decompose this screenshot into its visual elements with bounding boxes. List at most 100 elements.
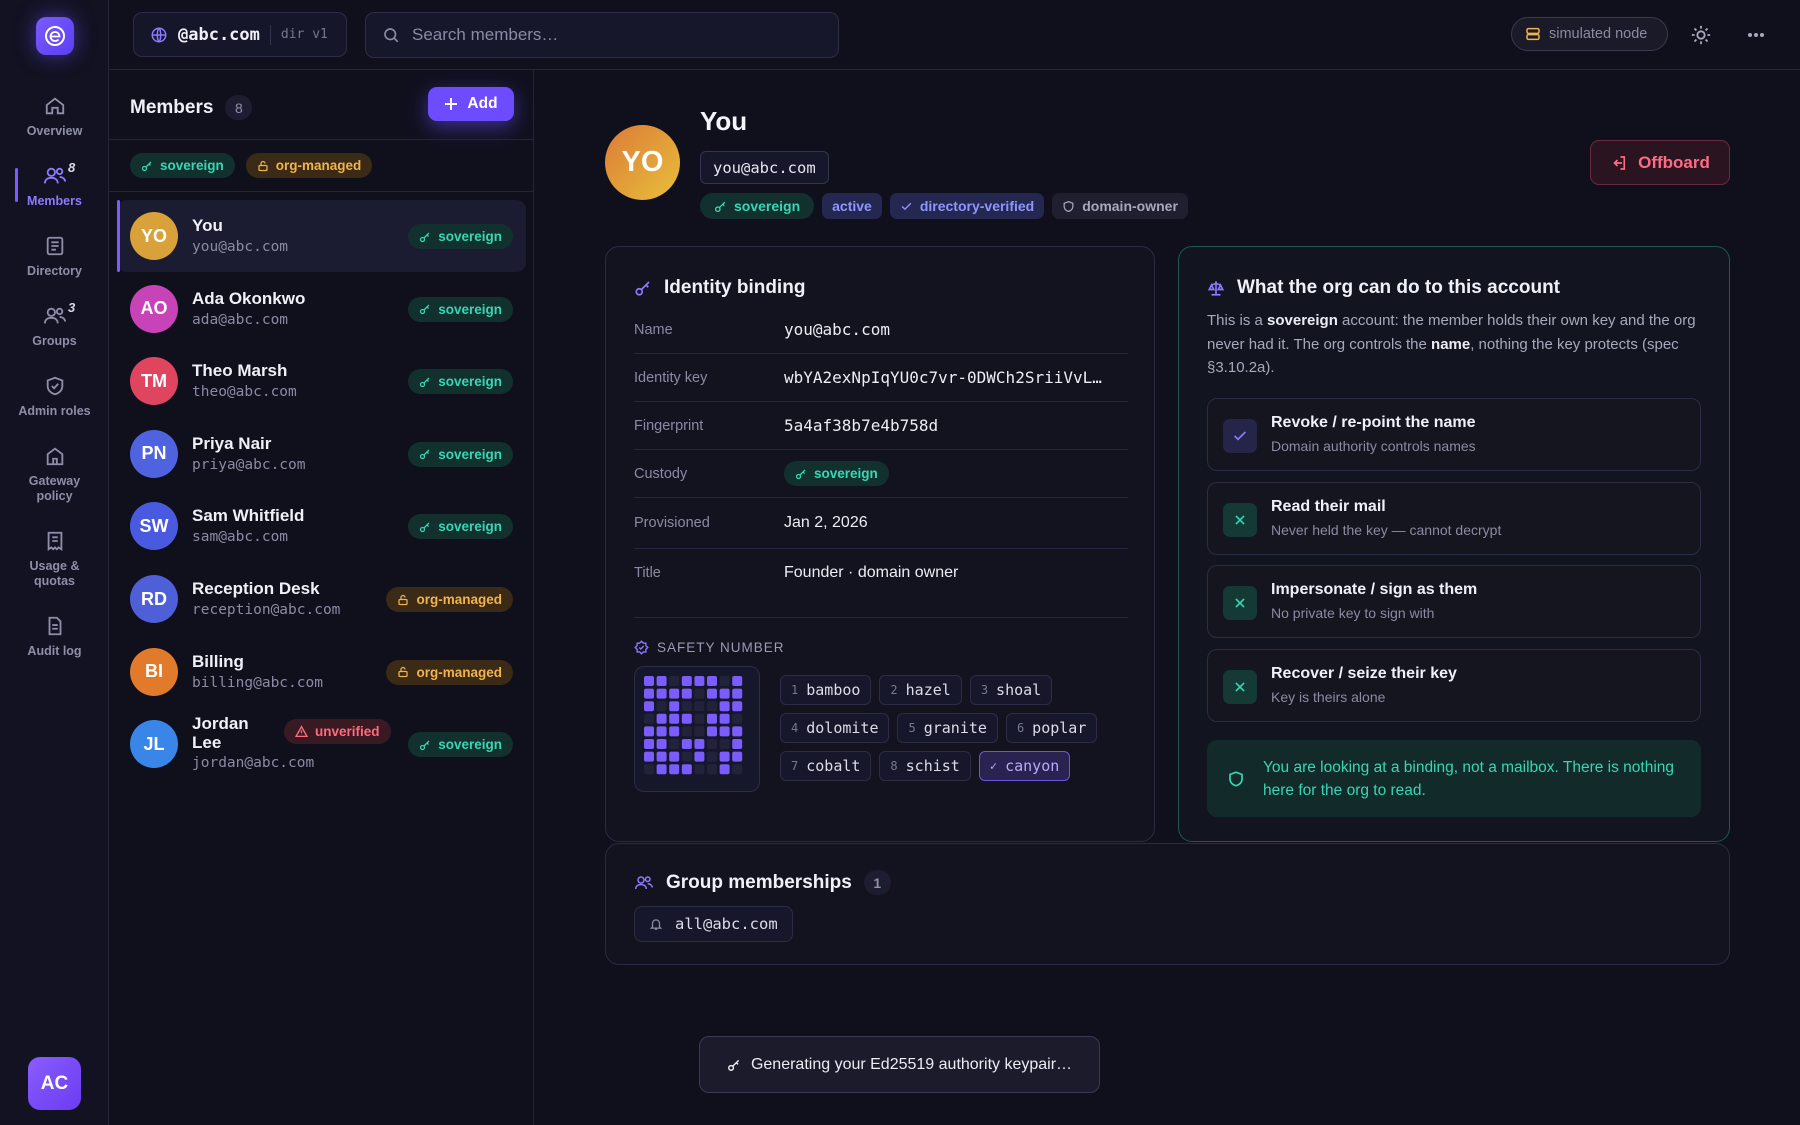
lock-icon [258, 160, 268, 171]
filter-label: sovereign [160, 158, 224, 173]
custody-badge: sovereign [408, 369, 513, 395]
receipt-icon [43, 529, 67, 553]
profile-email[interactable]: you@abc.com [700, 151, 829, 184]
unverified-badge: unverified [284, 719, 391, 745]
member-email: reception@abc.com [192, 602, 341, 618]
rail-item-gateway-policy[interactable]: Gateway policy [0, 444, 109, 504]
group-chip[interactable]: all@abc.com [634, 906, 793, 942]
document-icon [43, 614, 67, 638]
app-logo[interactable] [36, 17, 74, 55]
rail-item-audit-log[interactable]: Audit log [0, 614, 109, 659]
rail-item-members[interactable]: 8 Members [0, 160, 109, 209]
word-index: 7 [791, 759, 799, 773]
node-status-text: simulated node [1549, 26, 1648, 42]
key-icon [714, 201, 726, 212]
word-text: hazel [905, 681, 951, 699]
rail-item-admin-roles[interactable]: Admin roles [0, 374, 109, 419]
field-name: Name you@abc.com [634, 306, 1128, 354]
field-label: Custody [634, 465, 688, 482]
rail-item-groups[interactable]: 3 Groups [0, 300, 109, 349]
safety-number-qr [634, 666, 760, 792]
add-member-button[interactable]: Add [428, 87, 514, 121]
filter-org-managed[interactable]: org-managed [245, 153, 373, 178]
groups-icon [43, 304, 67, 328]
key-icon [420, 304, 430, 315]
member-email: billing@abc.com [192, 674, 323, 691]
member-email: ada@abc.com [192, 311, 289, 328]
home-icon [43, 94, 67, 118]
logout-icon [1613, 155, 1626, 170]
domain-switcher[interactable]: @abc.com dir v1 [133, 12, 347, 57]
rail-item-overview[interactable]: Overview [0, 94, 109, 139]
x-icon [1223, 502, 1257, 537]
permission-subtitle: Never held the key — cannot decrypt [1271, 521, 1502, 538]
member-email: sam@abc.com [192, 529, 289, 546]
node-status-badge[interactable]: simulated node [1511, 17, 1668, 51]
member-row[interactable]: JL Jordan Lee jordan@abc.com unverified sove… [117, 708, 526, 780]
member-row[interactable]: YO You you@abc.com sovereign [117, 200, 526, 272]
member-row[interactable]: TM Theo Marsh theo@abc.com sovereign [117, 345, 526, 417]
custody-badge: sovereign [408, 441, 513, 467]
field-value: you@abc.com [784, 320, 890, 339]
org-card-title: What the org can do to this account [1207, 277, 1560, 299]
user-avatar[interactable]: AC [28, 1057, 81, 1110]
word-index: 8 [890, 759, 898, 773]
gateway-icon [43, 444, 67, 468]
key-icon [141, 161, 152, 171]
key-icon [420, 740, 430, 750]
rail-label: Admin roles [18, 404, 91, 418]
read-notice: You are looking at a binding, not a mail… [1207, 740, 1701, 817]
field-fingerprint: Fingerprint 5a4af38b7e4b758d [634, 402, 1128, 450]
member-avatar: AO [130, 284, 178, 333]
custody-badge: sovereign [784, 461, 889, 486]
rail-item-directory[interactable]: Directory [0, 234, 109, 279]
shield-icon [1063, 200, 1074, 212]
search-box[interactable] [365, 12, 839, 58]
safety-words: 1 bamboo 2 hazel 3 shoal 4 dolomite 5 granite 6 pop… [780, 675, 1110, 781]
rail-item-usage-quotas[interactable]: Usage & quotas [0, 529, 109, 589]
key-icon [635, 281, 650, 296]
word-index: ✓ [989, 759, 998, 773]
field-provisioned: Provisioned Jan 2, 2026 [634, 498, 1128, 549]
custody-badge: sovereign [408, 224, 513, 249]
directory-icon [43, 234, 67, 258]
field-value[interactable]: wbYA2exNpIqYU0c7vr-0DWCh2SriiVvL… [784, 368, 1102, 387]
dir-version: dir v1 [280, 27, 328, 42]
permission-title: Revoke / re-point the name [1271, 414, 1476, 431]
badge-label: sovereign [438, 374, 502, 390]
offboard-button[interactable]: Offboard [1590, 140, 1730, 185]
permission-subtitle: Domain authority controls names [1271, 438, 1476, 454]
filter-sovereign[interactable]: sovereign [130, 153, 235, 178]
member-row[interactable]: AO Ada Okonkwo ada@abc.com sovereign [117, 273, 526, 345]
custody-badge: sovereign [408, 514, 513, 540]
notice-text: You are looking at a binding, not a mail… [1263, 758, 1675, 799]
badge-label: sovereign [438, 737, 502, 753]
shield-check-icon [43, 374, 67, 398]
word-text: shoal [996, 681, 1042, 699]
badge-label: sovereign [734, 198, 801, 214]
word-text: granite [923, 719, 987, 737]
rail-label: Usage & quotas [29, 559, 80, 588]
more-menu-button[interactable] [1742, 21, 1770, 49]
field-label: Provisioned [634, 515, 710, 531]
permission-item: Recover / seize their key Key is theirs a… [1207, 648, 1701, 722]
theme-toggle-button[interactable] [1687, 21, 1715, 49]
permission-subtitle: Key is theirs alone [1271, 688, 1386, 705]
verified-badge: directory-verified [889, 193, 1045, 219]
rail-badge: 3 [68, 300, 76, 315]
member-row[interactable]: SW Sam Whitfield sam@abc.com sovereign [117, 490, 526, 562]
safety-word: 1 bamboo [780, 675, 872, 705]
users-icon [635, 875, 653, 889]
member-row[interactable]: RD Reception Desk reception@abc.com org-man… [117, 563, 526, 635]
rail-label: Audit log [27, 644, 82, 658]
member-row[interactable]: PN Priya Nair priya@abc.com sovereign [117, 418, 526, 490]
key-icon [420, 232, 430, 242]
permission-subtitle: No private key to sign with [1271, 605, 1435, 621]
member-row[interactable]: BI Billing billing@abc.com org-managed [117, 636, 526, 708]
field-title: Title Founder · domain owner [634, 549, 1128, 597]
badge-label: sovereign [438, 229, 502, 244]
search-input[interactable] [412, 25, 812, 45]
safety-number-label: SAFETY NUMBER [634, 640, 785, 655]
safety-word: 3 shoal [969, 675, 1053, 705]
permission-title: Impersonate / sign as them [1271, 581, 1478, 598]
